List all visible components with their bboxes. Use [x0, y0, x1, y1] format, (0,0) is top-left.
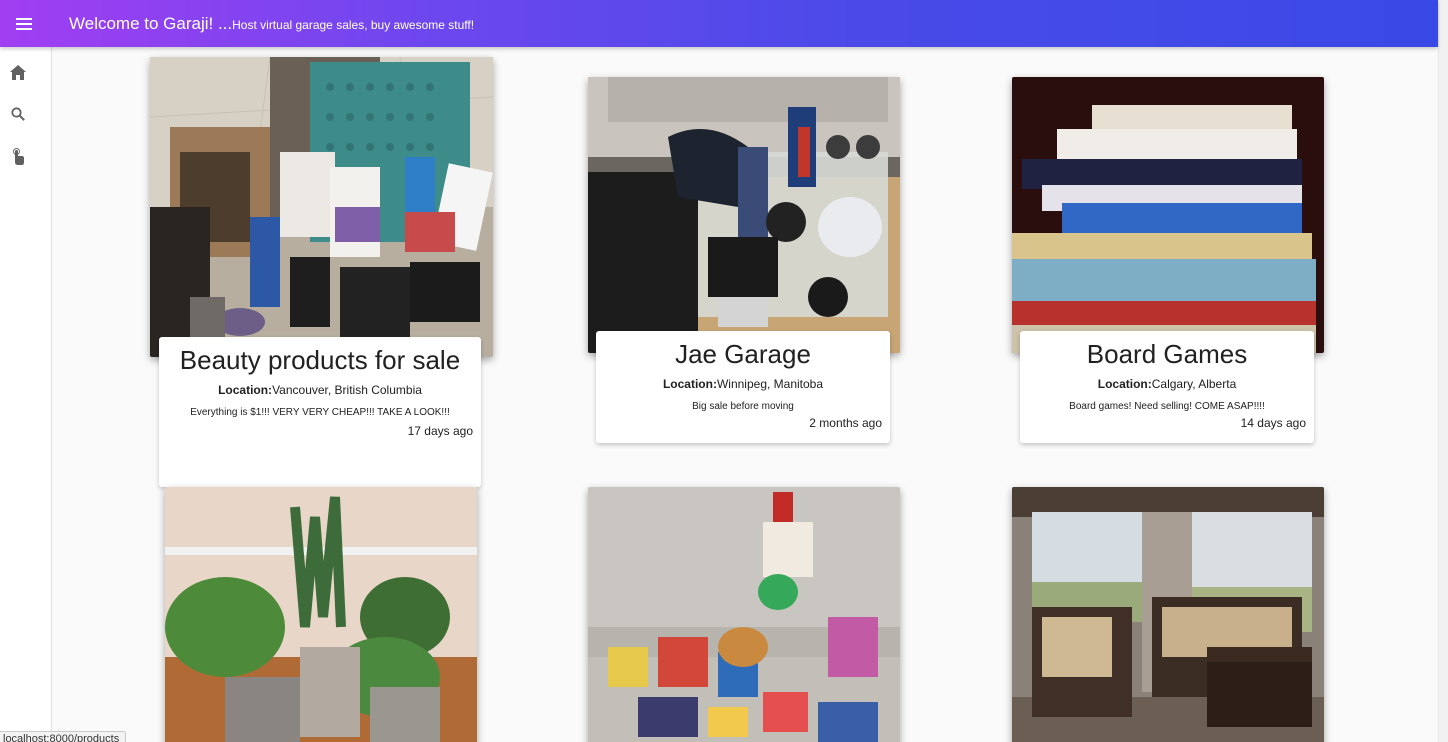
sale-title: Beauty products for sale — [179, 345, 461, 375]
app-bar: Welcome to Garaji! ... Host virtual gara… — [0, 0, 1438, 47]
nav-search-button[interactable] — [0, 99, 36, 129]
status-bar-url: localhost:8000/products — [0, 731, 127, 742]
side-nav — [0, 47, 52, 742]
location-value: Vancouver, British Columbia — [272, 383, 422, 397]
sale-photo[interactable] — [588, 487, 900, 742]
sale-photo[interactable] — [150, 57, 493, 357]
touch-app-icon — [13, 148, 24, 165]
sale-title: Board Games — [1086, 339, 1248, 369]
sale-photo-image — [588, 487, 900, 742]
sale-photo-image — [1012, 77, 1324, 353]
sale-description: Everything is $1!!! VERY VERY CHEAP!!! T… — [190, 407, 450, 418]
sale-card[interactable]: Beauty products for sale Location:Vancou… — [159, 337, 481, 487]
app-subtitle: Host virtual garage sales, buy awesome s… — [232, 18, 475, 32]
nav-home-button[interactable] — [0, 57, 36, 87]
sale-location: Location:Calgary, Alberta — [1020, 377, 1314, 391]
sale-photo[interactable] — [1012, 77, 1324, 353]
home-icon — [10, 64, 26, 80]
sale-photo-image — [1012, 487, 1324, 742]
location-label: Location: — [662, 377, 717, 391]
sale-location: Location:Winnipeg, Manitoba — [596, 377, 890, 391]
sale-posted-time: 14 days ago — [1240, 416, 1306, 430]
location-label: Location: — [218, 383, 273, 397]
page-scrollbar[interactable] — [1438, 0, 1448, 742]
sale-posted-time: 2 months ago — [809, 416, 882, 430]
sale-card[interactable]: Board Games Location:Calgary, Alberta Bo… — [1020, 331, 1314, 443]
menu-icon — [16, 17, 32, 30]
menu-button[interactable] — [0, 0, 48, 47]
nav-touch-button[interactable] — [0, 142, 36, 172]
sale-photo-image — [165, 487, 477, 742]
sale-posted-time: 17 days ago — [407, 424, 473, 438]
sale-photo[interactable] — [1012, 487, 1324, 742]
sale-photo[interactable] — [588, 77, 900, 353]
sale-description: Big sale before moving — [692, 401, 794, 412]
location-value: Calgary, Alberta — [1151, 377, 1237, 391]
sale-description: Board games! Need selling! COME ASAP!!!! — [1069, 401, 1265, 412]
sale-photo-image — [150, 57, 493, 357]
sale-title: Jae Garage — [675, 339, 811, 369]
location-value: Winnipeg, Manitoba — [716, 377, 824, 391]
sale-location: Location:Vancouver, British Columbia — [159, 383, 481, 397]
location-label: Location: — [1097, 377, 1152, 391]
sale-photo-image — [588, 77, 900, 353]
sale-photo[interactable] — [165, 487, 477, 742]
search-icon — [11, 107, 25, 121]
app-title: Welcome to Garaji! ... — [69, 13, 233, 33]
sale-card[interactable]: Jae Garage Location:Winnipeg, Manitoba B… — [596, 331, 890, 443]
